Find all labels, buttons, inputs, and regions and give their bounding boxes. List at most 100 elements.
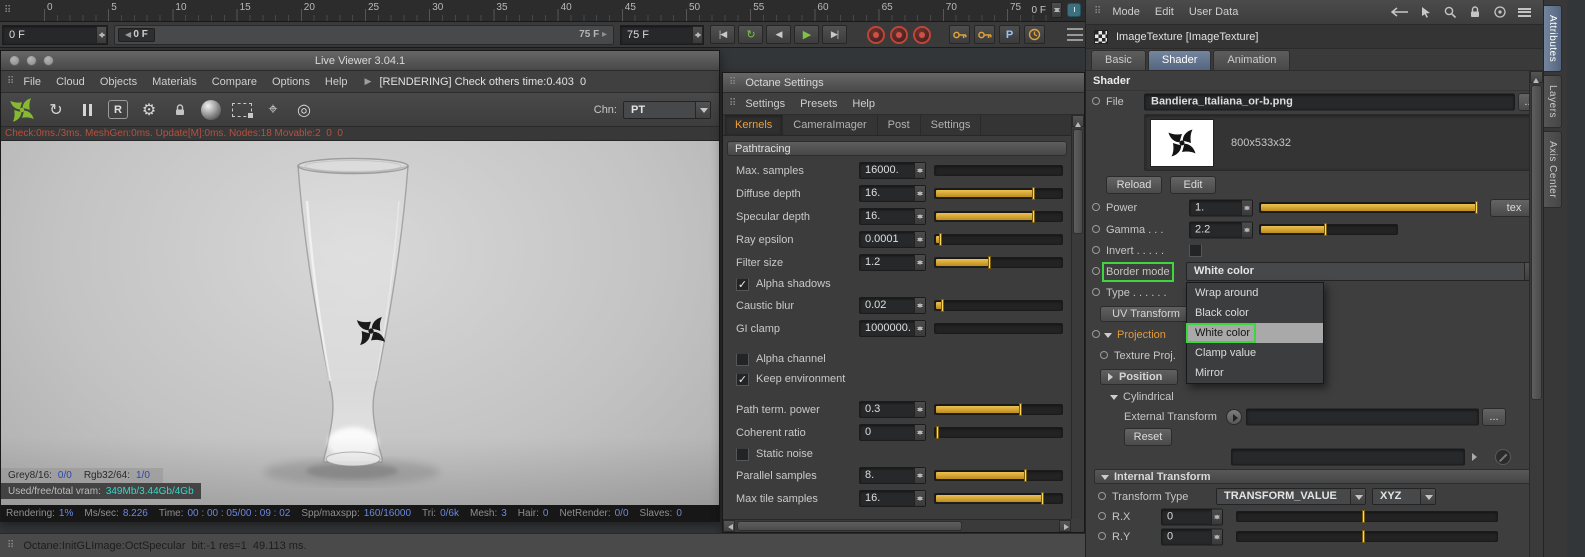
keyframe-selection-button[interactable] bbox=[913, 25, 931, 44]
render-sphere-icon[interactable] bbox=[201, 99, 221, 120]
channel-select[interactable]: PT bbox=[623, 100, 711, 119]
slider-specular-depth[interactable] bbox=[934, 210, 1063, 223]
invert-anim-dot[interactable] bbox=[1092, 246, 1100, 254]
timeline-display-options-icon[interactable] bbox=[1067, 28, 1083, 41]
octane-tab-post[interactable]: Post bbox=[878, 115, 921, 135]
stepper-icon[interactable] bbox=[1241, 200, 1252, 216]
file-path-field[interactable]: Bandiera_Italiana_or-b.png bbox=[1144, 93, 1515, 111]
lv-menu-cloud[interactable]: Cloud bbox=[56, 76, 85, 88]
panel-menu-icon[interactable] bbox=[1518, 7, 1531, 17]
attribute-vertical-scrollbar[interactable] bbox=[1529, 71, 1543, 557]
side-tab-layers[interactable]: Layers bbox=[1544, 75, 1562, 129]
history-back-icon[interactable] bbox=[1391, 7, 1409, 17]
pathtracing-section-header[interactable]: Pathtracing bbox=[727, 141, 1067, 156]
reset-render-icon[interactable]: R bbox=[108, 100, 128, 119]
slider-ray-epsilon[interactable] bbox=[934, 233, 1063, 246]
field-caustic-blur[interactable]: 0.02 bbox=[859, 297, 926, 314]
timeline-scrubber[interactable]: 0 F 75 F bbox=[114, 24, 614, 45]
attr-tab-animation[interactable]: Animation bbox=[1213, 50, 1291, 70]
restart-render-icon[interactable]: ↻ bbox=[46, 99, 66, 121]
border-mode-option-mirror[interactable]: Mirror bbox=[1187, 363, 1323, 383]
field-parallel-samples[interactable]: 8. bbox=[859, 467, 926, 484]
shader-link-field[interactable] bbox=[1231, 448, 1465, 466]
region-render-icon[interactable] bbox=[232, 102, 253, 118]
menu-expand-arrow-icon[interactable] bbox=[365, 76, 372, 87]
range-end-stepper[interactable] bbox=[692, 25, 703, 44]
octane-menu-help[interactable]: Help bbox=[852, 98, 875, 110]
slider-coherent-ratio[interactable] bbox=[934, 426, 1063, 439]
previous-frame-button[interactable]: ◀ bbox=[766, 25, 791, 44]
vertical-scroll-thumb[interactable] bbox=[1073, 129, 1083, 234]
border-mode-anim-dot[interactable] bbox=[1092, 266, 1100, 275]
key-position-button[interactable] bbox=[949, 25, 970, 44]
play-forward-button[interactable]: ▶ bbox=[794, 25, 819, 44]
projection-anim-dot[interactable] bbox=[1092, 329, 1100, 338]
power-anim-dot[interactable] bbox=[1092, 203, 1100, 211]
field-coherent-ratio[interactable]: 0 bbox=[859, 424, 926, 441]
side-tab-attributes[interactable]: Attributes bbox=[1544, 5, 1562, 73]
search-icon[interactable] bbox=[1443, 5, 1457, 19]
type-anim-dot[interactable] bbox=[1092, 287, 1100, 296]
current-frame-stepper[interactable] bbox=[96, 25, 107, 44]
lv-menu-help[interactable]: Help bbox=[325, 76, 348, 88]
texture-thumbnail[interactable] bbox=[1150, 119, 1214, 167]
octane-menu-presets[interactable]: Presets bbox=[800, 98, 837, 110]
field-gi-clamp[interactable]: 1000000. bbox=[859, 320, 926, 337]
field-path-term-power[interactable]: 0.3 bbox=[859, 401, 926, 418]
slider-caustic-blur[interactable] bbox=[934, 299, 1063, 312]
lv-menu-file[interactable]: File bbox=[23, 76, 41, 88]
autokey-button[interactable] bbox=[890, 25, 908, 44]
range-end-field[interactable]: 75 F bbox=[620, 24, 704, 45]
octane-tab-kernels[interactable]: Kernels bbox=[725, 115, 784, 135]
border-mode-option-white-color[interactable]: White color bbox=[1185, 323, 1323, 343]
field-expand-icon[interactable] bbox=[1472, 453, 1481, 461]
lv-menu-options[interactable]: Options bbox=[272, 76, 310, 88]
position-section-button[interactable]: Position bbox=[1100, 368, 1178, 385]
border-mode-option-clamp-value[interactable]: Clamp value bbox=[1187, 343, 1323, 363]
focus-picker-icon[interactable]: ⌖ bbox=[263, 99, 283, 121]
record-active-objects-button[interactable] bbox=[867, 25, 885, 44]
stepper-icon[interactable] bbox=[914, 468, 925, 483]
octane-tab-cameraimager[interactable]: CameraImager bbox=[783, 115, 878, 135]
slider-diffuse-depth[interactable] bbox=[934, 187, 1063, 200]
attr-tab-shader[interactable]: Shader bbox=[1147, 50, 1212, 70]
stepper-icon[interactable] bbox=[914, 232, 925, 247]
uv-transform-button[interactable]: UV Transform bbox=[1100, 305, 1192, 322]
pause-render-icon[interactable] bbox=[77, 99, 97, 121]
scroll-up-button[interactable] bbox=[1072, 115, 1084, 127]
checkbox-static-noise[interactable] bbox=[736, 447, 749, 461]
reset-button[interactable]: Reset bbox=[1124, 428, 1172, 446]
material-picker-icon[interactable]: ◎ bbox=[294, 99, 314, 121]
checkbox-keep-environment[interactable] bbox=[736, 372, 749, 386]
border-mode-option-black-color[interactable]: Black color bbox=[1187, 303, 1323, 323]
checkbox-alpha-channel[interactable] bbox=[736, 352, 749, 366]
field-max-samples[interactable]: 16000. bbox=[859, 162, 926, 179]
ry-slider[interactable] bbox=[1236, 530, 1498, 543]
rx-slider[interactable] bbox=[1236, 510, 1498, 523]
external-transform-expand-button[interactable] bbox=[1226, 408, 1242, 425]
field-ray-epsilon[interactable]: 0.0001 bbox=[859, 231, 926, 248]
stepper-icon[interactable] bbox=[1211, 529, 1222, 545]
cursor-icon[interactable] bbox=[1420, 6, 1432, 18]
texture-projection-anim-dot[interactable] bbox=[1100, 350, 1108, 359]
vertical-scroll-thumb[interactable] bbox=[1531, 85, 1542, 400]
border-mode-option-wrap-around[interactable]: Wrap around bbox=[1187, 283, 1323, 303]
timeline-playhead-marker[interactable]: 0 F bbox=[118, 27, 155, 42]
horizontal-scroll-thumb[interactable] bbox=[737, 521, 962, 531]
current-frame-field[interactable]: 0 F bbox=[2, 24, 108, 45]
stepper-icon[interactable] bbox=[914, 321, 925, 336]
ry-value-field[interactable]: 0 bbox=[1161, 528, 1223, 546]
key-parameter-button[interactable]: P bbox=[999, 25, 1020, 44]
slider-max-samples[interactable] bbox=[934, 165, 1063, 176]
slider-parallel-samples[interactable] bbox=[934, 469, 1063, 482]
stepper-icon[interactable] bbox=[914, 163, 925, 178]
gamma-anim-dot[interactable] bbox=[1092, 225, 1100, 233]
stepper-icon[interactable] bbox=[1241, 222, 1252, 238]
octane-tab-settings[interactable]: Settings bbox=[921, 115, 982, 135]
stepper-icon[interactable] bbox=[914, 298, 925, 313]
edit-button[interactable]: Edit bbox=[1170, 176, 1216, 194]
stepper-icon[interactable] bbox=[914, 491, 925, 506]
cylindrical-expand-icon[interactable] bbox=[1110, 394, 1118, 404]
lock-resolution-icon[interactable] bbox=[170, 99, 190, 121]
checkbox-alpha-shadows[interactable] bbox=[736, 277, 749, 291]
